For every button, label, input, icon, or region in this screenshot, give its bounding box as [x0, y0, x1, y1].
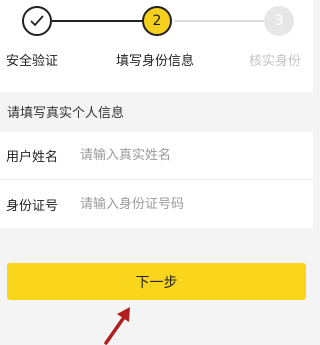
id-number-row: 身份证号 — [0, 180, 313, 228]
progress-stepper: 2 3 安全验证 填写身份信息 核实身份 — [0, 0, 313, 92]
next-step-button[interactable]: 下一步 — [7, 263, 306, 300]
step-connector-pending — [174, 20, 264, 22]
step-connector-completed — [52, 20, 142, 22]
step-2-label: 填写身份信息 — [116, 54, 195, 69]
id-number-input[interactable] — [80, 196, 290, 212]
section-title: 请填写真实个人信息 — [7, 106, 125, 121]
name-label: 用户姓名 — [6, 150, 59, 165]
step-3-indicator: 3 — [264, 6, 294, 36]
identity-form: 用户姓名 身份证号 — [0, 132, 313, 228]
name-input[interactable] — [80, 148, 290, 163]
step-2-number: 2 — [152, 13, 162, 29]
step-1-label: 安全验证 — [6, 54, 59, 69]
step-3-number: 3 — [274, 13, 284, 29]
step-1-indicator — [22, 6, 52, 36]
step-3-label: 核实身份 — [249, 54, 302, 69]
check-icon — [30, 15, 44, 27]
id-number-label: 身份证号 — [6, 198, 59, 214]
annotation-arrow-icon — [104, 307, 130, 345]
name-row: 用户姓名 — [0, 132, 313, 180]
step-2-indicator: 2 — [142, 6, 172, 36]
